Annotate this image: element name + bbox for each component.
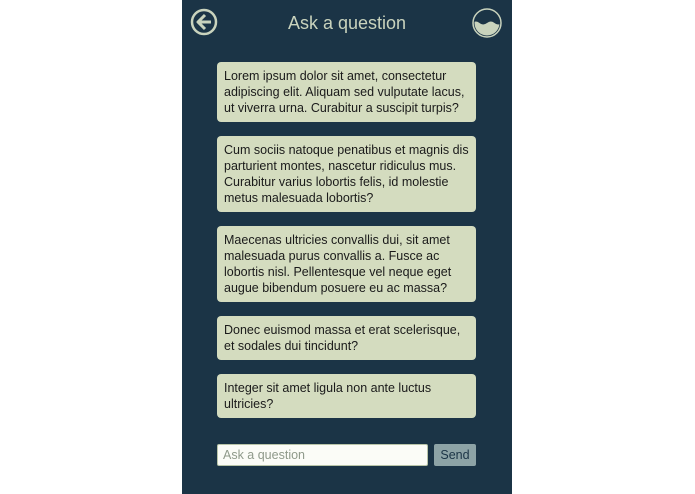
question-bubble[interactable]: Cum sociis natoque penatibus et magnis d…	[217, 136, 476, 212]
water-level-icon	[472, 8, 502, 38]
profile-button[interactable]	[472, 8, 502, 38]
page-title: Ask a question	[287, 13, 407, 33]
send-button[interactable]: Send	[434, 444, 476, 466]
question-bubble[interactable]: Maecenas ultricies convallis dui, sit am…	[217, 226, 476, 302]
question-bubble[interactable]: Lorem ipsum dolor sit amet, consectetur …	[217, 62, 476, 122]
question-list: Lorem ipsum dolor sit amet, consectetur …	[217, 62, 476, 432]
composer: Send	[217, 444, 476, 466]
app-screen: Ask a question Lorem ipsum dolor sit ame…	[182, 0, 512, 494]
question-input[interactable]	[217, 444, 428, 466]
question-bubble[interactable]: Donec euismod massa et erat scelerisque,…	[217, 316, 476, 360]
header-bar: Ask a question	[182, 0, 512, 46]
question-bubble[interactable]: Integer sit amet ligula non ante luctus …	[217, 374, 476, 418]
